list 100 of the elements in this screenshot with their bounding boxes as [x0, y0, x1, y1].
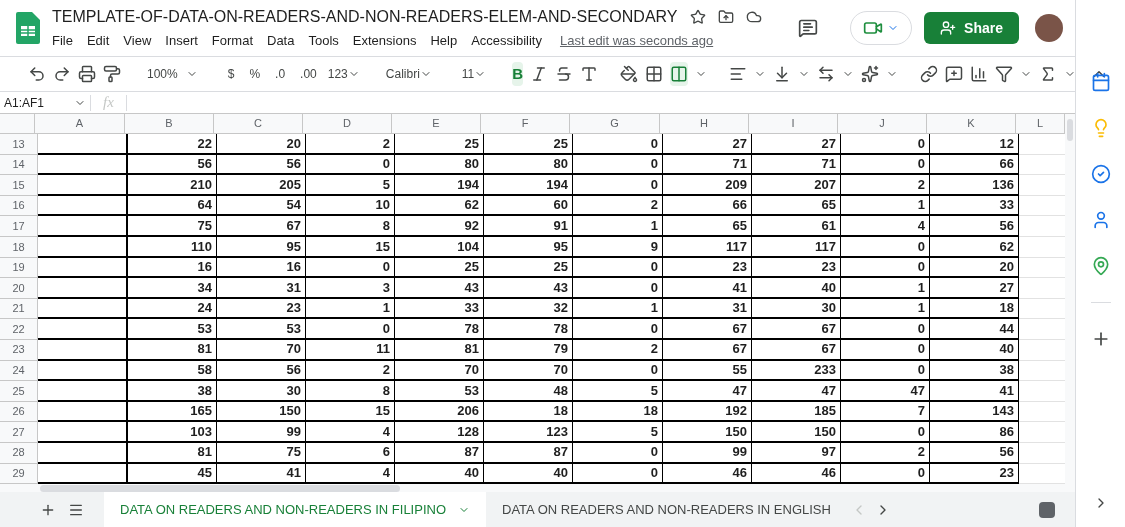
column-header[interactable]: E [392, 114, 481, 133]
spreadsheet-logo-icon[interactable] [16, 12, 40, 44]
menu-item[interactable]: View [123, 31, 152, 51]
row-header[interactable]: 26 [0, 401, 38, 423]
name-box[interactable]: A1:AF1 [0, 93, 90, 112]
row-header[interactable]: 17 [0, 216, 38, 237]
table-cell: 23 [217, 298, 306, 320]
table-cell: 192 [663, 401, 752, 423]
table-cell: 48 [484, 381, 573, 402]
column-header[interactable]: J [838, 114, 927, 133]
table-cell: 185 [752, 401, 841, 423]
sheet-tab[interactable]: DATA ON READERS AND NON-READERS IN ENGLISH [486, 492, 847, 527]
table-cell: 0 [841, 422, 930, 443]
bold-button[interactable]: B [512, 62, 524, 86]
table-cell: 47 [663, 381, 752, 402]
menu-item[interactable]: Format [211, 31, 253, 51]
menu-item[interactable]: Insert [165, 31, 198, 51]
menu-item[interactable]: Extensions [352, 31, 417, 51]
table-cell: 22 [128, 134, 217, 155]
row-header[interactable]: 16 [0, 195, 38, 217]
percent-button[interactable]: % [245, 65, 265, 83]
scrollbar-thumb[interactable] [1067, 119, 1073, 141]
font-size-dropdown[interactable]: 11 [457, 65, 491, 83]
share-button[interactable]: Share [924, 12, 1019, 44]
column-header[interactable]: F [481, 114, 570, 133]
row-header[interactable]: 21 [0, 298, 38, 320]
table-cell: 18 [930, 298, 1019, 320]
strikethrough-icon[interactable] [555, 65, 574, 83]
table-cell: 66 [663, 195, 752, 217]
table-cell: 27 [752, 134, 841, 155]
row-header[interactable]: 25 [0, 381, 38, 402]
increase-decimals-button[interactable]: .00 [296, 65, 321, 83]
menu-item[interactable]: Help [430, 31, 458, 51]
menu-item[interactable]: Data [267, 31, 295, 51]
table-cell: 2 [306, 360, 395, 382]
filter-icon[interactable] [995, 65, 1014, 83]
tasks-icon[interactable] [1090, 164, 1111, 184]
table-cell: 0 [306, 154, 395, 176]
row-header[interactable]: 19 [0, 257, 38, 279]
chart-icon[interactable] [970, 65, 989, 83]
menu-item[interactable]: Edit [86, 31, 110, 51]
row-header[interactable]: 18 [0, 236, 38, 258]
table-cell: 38 [930, 360, 1019, 382]
borders-icon[interactable] [645, 65, 664, 83]
calendar-icon[interactable] [1090, 72, 1111, 92]
table-cell: 10 [306, 195, 395, 217]
text-color-icon[interactable] [580, 65, 599, 83]
merge-cells-button[interactable] [670, 62, 689, 86]
align-icon[interactable] [729, 65, 748, 83]
decrease-decimals-button[interactable]: .0 [271, 65, 290, 83]
table-cell: 25 [484, 134, 573, 155]
undo-icon[interactable] [28, 65, 46, 83]
column-header[interactable]: I [749, 114, 838, 133]
row-header[interactable]: 29 [0, 463, 38, 485]
row-header[interactable]: 28 [0, 442, 38, 464]
scrollbar-thumb[interactable] [40, 484, 400, 492]
redo-icon[interactable] [53, 65, 71, 83]
row-header[interactable]: 27 [0, 422, 38, 443]
table-cell: 47 [841, 381, 930, 402]
column-header[interactable]: K [927, 114, 1016, 133]
row-header[interactable]: 14 [0, 154, 38, 176]
zoom-dropdown[interactable]: 100% [143, 65, 202, 83]
print-icon[interactable] [78, 65, 96, 83]
font-dropdown[interactable]: Calibri [381, 65, 436, 83]
menu-item[interactable]: Tools [308, 31, 339, 51]
row-header[interactable]: 23 [0, 339, 38, 361]
table-cell: 95 [484, 236, 573, 258]
paint-format-icon[interactable] [103, 65, 121, 83]
link-icon[interactable] [920, 65, 939, 83]
row-header[interactable]: 13 [0, 134, 38, 155]
number-format-dropdown[interactable]: 123 [327, 65, 360, 83]
column-header[interactable]: H [660, 114, 749, 133]
table-cell: 194 [484, 175, 573, 196]
column-header[interactable]: G [570, 114, 660, 133]
text-wrap-icon[interactable] [817, 65, 836, 83]
column-header[interactable]: C [214, 114, 303, 133]
row-header[interactable]: 24 [0, 360, 38, 382]
column-header[interactable]: B [125, 114, 214, 133]
table-cell: 18 [573, 401, 663, 423]
column-header[interactable]: A [35, 114, 125, 133]
table-cell: 99 [217, 422, 306, 443]
table-cell: 207 [752, 175, 841, 196]
document-title[interactable]: TEMPLATE-OF-DATA-ON-READERS-AND-NON-READERS-ELEM-AND-SECONDARY [52, 5, 678, 30]
add-comment-icon[interactable] [945, 65, 964, 83]
row-header[interactable]: 20 [0, 278, 38, 299]
sheet-tab[interactable]: DATA ON READERS AND NON-READERS IN FILIPINO [104, 492, 486, 527]
menu-item[interactable]: File [52, 31, 73, 51]
table-cell: 0 [573, 442, 663, 464]
currency-button[interactable]: $ [223, 65, 239, 83]
menu-item[interactable]: Accessibility [471, 31, 542, 51]
fill-color-icon[interactable] [620, 65, 639, 83]
last-edit-link[interactable]: Last edit was seconds ago [559, 31, 714, 51]
star-icon[interactable] [689, 9, 706, 26]
table-cell: 67 [217, 216, 306, 237]
comment-icon[interactable] [798, 18, 819, 38]
avatar[interactable] [1035, 14, 1063, 42]
row-header[interactable]: 15 [0, 175, 38, 196]
table-cell: 0 [573, 319, 663, 340]
row-header[interactable]: 22 [0, 319, 38, 340]
column-header[interactable]: D [303, 114, 392, 133]
